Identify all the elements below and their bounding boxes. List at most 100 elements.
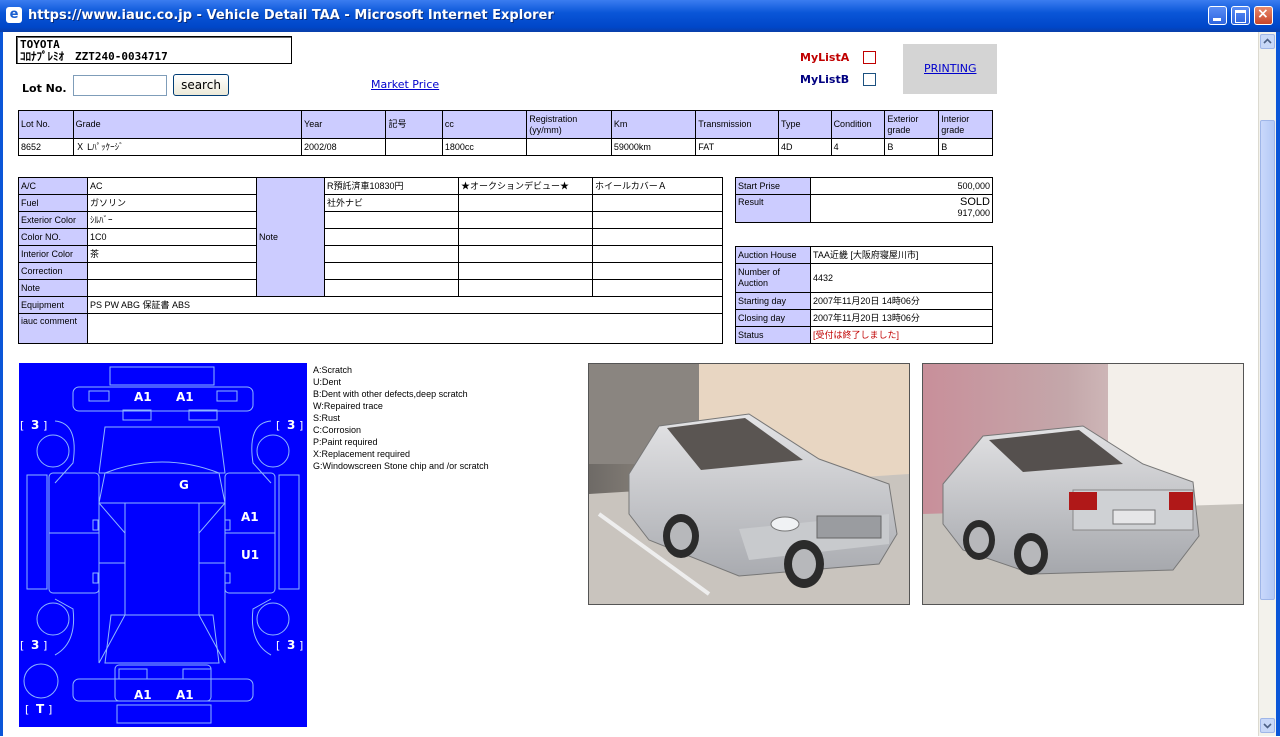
note-cell [324,211,459,229]
lot-no-label: Lot No. [22,82,67,95]
mark-spare: T [36,702,45,716]
spec-label: Correction [18,262,88,280]
spec-label: Equipment [18,296,88,314]
lot-no-input[interactable] [73,75,167,96]
header-cell: cc [441,110,528,139]
mark-wheel-fr: 3 [287,418,295,432]
mylist-b-label: MyListB [800,73,850,86]
table-cell: Ｘ Lﾊﾟｯｹｰｼﾞ [72,138,303,156]
summary-header-row: Lot No. Grade Year 記号 cc Registration (y… [18,110,993,139]
damage-legend: A:Scratch U:Dent B:Dent with other defec… [313,364,489,472]
auction-table: Auction House TAA近畿 [大阪府寝屋川市] Number of … [735,246,993,344]
note-cell [592,228,723,246]
window-title-bar[interactable]: e https://www.iauc.co.jp - Vehicle Detai… [0,0,1280,32]
bracket-right-icon: ] [299,419,303,432]
table-cell: 59000km [610,138,697,156]
start-price-value: 500,000 [810,177,993,195]
window-title: https://www.iauc.co.jp - Vehicle Detail … [28,8,554,23]
spec-value [87,262,257,280]
minimize-button[interactable] [1208,6,1227,25]
auction-house-label: Auction House [735,246,811,264]
header-cell: Exterior grade [884,110,940,139]
scroll-down-arrow-icon[interactable] [1260,718,1275,733]
car-photo-front[interactable] [588,363,910,605]
header-cell: Registration (yy/mm) [526,110,612,139]
printing-link[interactable]: PRINTING [924,62,976,75]
legend-item: B:Dent with other defects,deep scratch [313,389,468,399]
closing-day-value: 2007年11月20日 13時06分 [810,309,993,327]
auction-house-value: TAA近畿 [大阪府寝屋川市] [810,246,993,264]
bracket-left-icon: [ [20,419,24,432]
spec-value: 茶 [87,245,257,263]
note-cell [592,262,723,280]
vehicle-name-box: TOYOTA ｺﾛﾅﾌﾟﾚﾐｵ ZZT240-0034717 [16,36,292,64]
result-label: Result [735,194,811,223]
table-cell: 8652 [18,138,74,156]
note-cell [592,211,723,229]
legend-item: A:Scratch [313,365,353,375]
maximize-button[interactable] [1231,6,1250,25]
table-cell: 4D [777,138,832,156]
legend-item: C:Corrosion [313,425,362,435]
spec-label: Interior Color [18,245,88,263]
spec-value: AC [87,177,257,195]
status-value: [受付は終了しました] [810,326,993,344]
close-button[interactable]: × [1254,6,1273,25]
legend-item: P:Paint required [313,437,378,447]
mark-rear-right: A1 [176,688,194,702]
scroll-up-arrow-icon[interactable] [1260,34,1275,49]
note-cell [458,279,593,297]
spec-label: A/C [18,177,88,195]
note-cell [458,245,593,263]
header-cell: Lot No. [18,110,74,139]
spec-value: ガソリン [87,194,257,212]
auction-number-value: 4432 [810,263,993,293]
search-button[interactable]: search [173,74,229,96]
vertical-scrollbar[interactable] [1258,32,1276,736]
start-price-label: Start Prise [735,177,811,195]
bracket-right-icon: ] [48,703,52,716]
note-label: Note [256,177,325,297]
bracket-right-icon: ] [299,639,303,652]
table-cell: 2002/08 [301,138,387,156]
car-front-image [589,364,909,604]
printing-box[interactable]: PRINTING [903,44,997,94]
car-outline-svg: A1 A1 G A1 U1 A1 A1 3 3 3 3 T [ ] [ ] [ … [19,363,307,727]
mylist-b-checkbox[interactable] [863,73,876,86]
bracket-right-icon: ] [43,419,47,432]
table-cell: B [938,138,993,156]
bracket-left-icon: [ [25,703,29,716]
mark-front-right: A1 [176,390,194,404]
mark-door-rear: U1 [241,548,259,562]
legend-item: U:Dent [313,377,342,387]
page-content: TOYOTA ｺﾛﾅﾌﾟﾚﾐｵ ZZT240-0034717 Lot No. s… [3,32,1258,736]
table-cell: B [884,138,940,156]
comment-value [87,313,723,344]
note-cell [458,211,593,229]
note-cell [592,279,723,297]
note-cell [592,194,723,212]
spec-value: ｼﾙﾊﾞｰ [87,211,257,229]
legend-item: G:Windowscreen Stone chip and /or scratc… [313,461,489,471]
vehicle-model: ｺﾛﾅﾌﾟﾚﾐｵ ZZT240-0034717 [20,50,168,63]
mark-wheel-fl: 3 [31,418,39,432]
note-cell [592,245,723,263]
spec-label: Exterior Color [18,211,88,229]
price-table: Start Prise 500,000 Result SOLD 917,000 [735,177,993,223]
equipment-value: PS PW ABG 保証書 ABS [87,296,723,314]
table-cell [385,138,443,156]
legend-item: S:Rust [313,413,341,423]
car-photo-rear[interactable] [922,363,1244,605]
note-cell [324,262,459,280]
result-status: SOLD [960,196,990,208]
scrollbar-thumb[interactable] [1260,120,1275,600]
header-cell: Km [610,110,697,139]
spec-label: Fuel [18,194,88,212]
bracket-left-icon: [ [276,419,280,432]
spec-value: 1C0 [87,228,257,246]
legend-item: W:Repaired trace [313,401,383,411]
starting-day-label: Starting day [735,292,811,310]
market-price-link[interactable]: Market Price [371,78,439,91]
mylist-a-checkbox[interactable] [863,51,876,64]
result-price: 917,000 [957,208,990,218]
